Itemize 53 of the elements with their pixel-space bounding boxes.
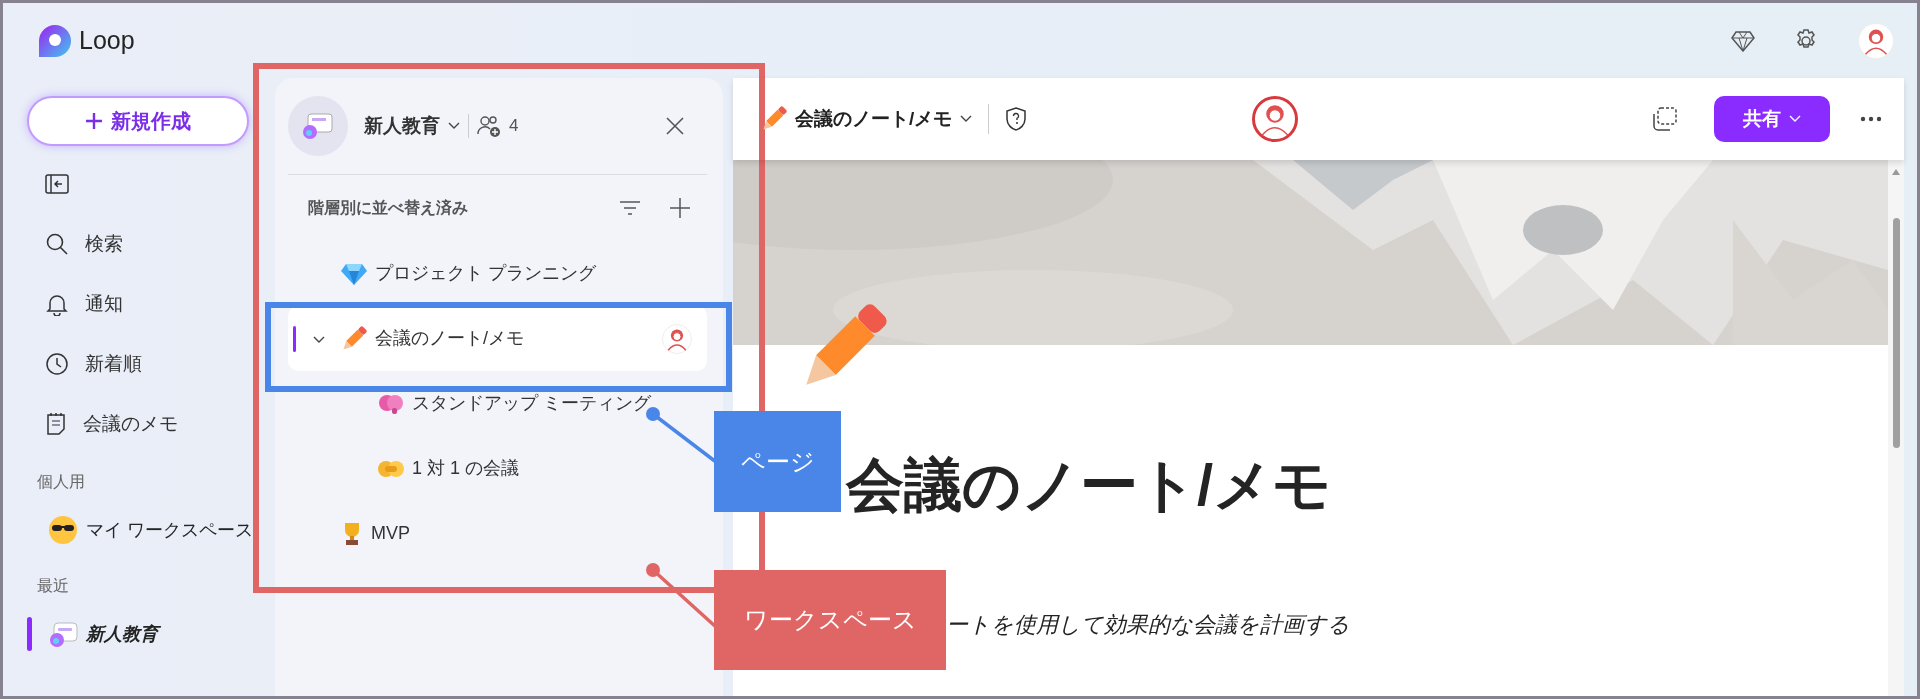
page-heading: 会議のノート/メモ [846, 451, 1332, 519]
page-tree-item[interactable]: 1 対 1 の会議 [288, 436, 707, 501]
sidebar-item[interactable]: マイ ワークスペース [27, 502, 275, 558]
callout-label: ワークスペース [714, 570, 946, 670]
scrollbar-thumb[interactable] [1892, 218, 1900, 448]
more-icon[interactable] [1860, 116, 1882, 122]
user-avatar[interactable] [1857, 21, 1895, 60]
page-title-menu[interactable]: 会議のノート/メモ [761, 104, 973, 134]
sort-label: 階層別に並べ替え済み [308, 198, 469, 218]
share-button[interactable]: 共有 [1714, 96, 1830, 142]
bell-icon [45, 292, 69, 316]
search-icon [45, 232, 69, 256]
page-tree-item[interactable]: 会議のノート/メモ [288, 306, 707, 371]
chevron-down-icon [448, 122, 460, 130]
chevron-down-icon [960, 115, 973, 123]
sunglasses-emoji-icon [48, 515, 78, 545]
workspace-icon [288, 96, 348, 156]
loop-logo-icon [37, 22, 71, 59]
plus-icon[interactable] [669, 197, 691, 219]
section-heading: 個人用 [36, 472, 86, 492]
people-add-icon [477, 114, 501, 138]
nav-item[interactable]: 会議のメモ [27, 394, 275, 454]
dashed-frame-icon[interactable] [1652, 106, 1678, 132]
scroll-up-icon[interactable] [1891, 168, 1901, 176]
scrollbar[interactable] [1888, 160, 1904, 696]
page-tree-item[interactable]: スタンドアップ ミーティング [288, 371, 707, 436]
plus-icon [85, 112, 103, 130]
clock-icon [45, 352, 69, 376]
chevron-down-icon [1789, 115, 1801, 123]
pencil-icon [341, 325, 367, 352]
nav-item[interactable]: 新着順 [27, 334, 275, 394]
new-button[interactable]: 新規作成 [27, 96, 249, 146]
callout-label: ページ [714, 411, 841, 512]
collaborator-avatar [1251, 96, 1298, 142]
close-icon[interactable] [665, 116, 685, 136]
shield-question-icon[interactable] [1005, 107, 1028, 131]
page-subtitle: ートを使用して効果的な会議を計画する [946, 611, 1350, 639]
collapse-sidebar-icon[interactable] [45, 173, 69, 195]
sidebar-item[interactable]: 新人教育 [27, 606, 275, 662]
page-tree-item[interactable]: MVP [288, 501, 707, 566]
workspace-icon [48, 620, 78, 648]
diamond-icon[interactable] [1731, 29, 1755, 52]
filter-icon[interactable] [619, 200, 641, 216]
pencil-icon [761, 106, 787, 132]
nav-item[interactable]: 通知 [27, 274, 275, 334]
workspace-title[interactable]: 新人教育 [364, 111, 460, 141]
app-name: Loop [79, 24, 135, 56]
members-button[interactable]: 4 [477, 113, 519, 139]
page-tree-item[interactable]: プロジェクト プランニング [288, 241, 707, 306]
nav-item[interactable]: 検索 [27, 214, 275, 274]
notes-icon [45, 412, 67, 436]
section-heading: 最近 [36, 576, 70, 596]
gem-icon [341, 262, 367, 285]
